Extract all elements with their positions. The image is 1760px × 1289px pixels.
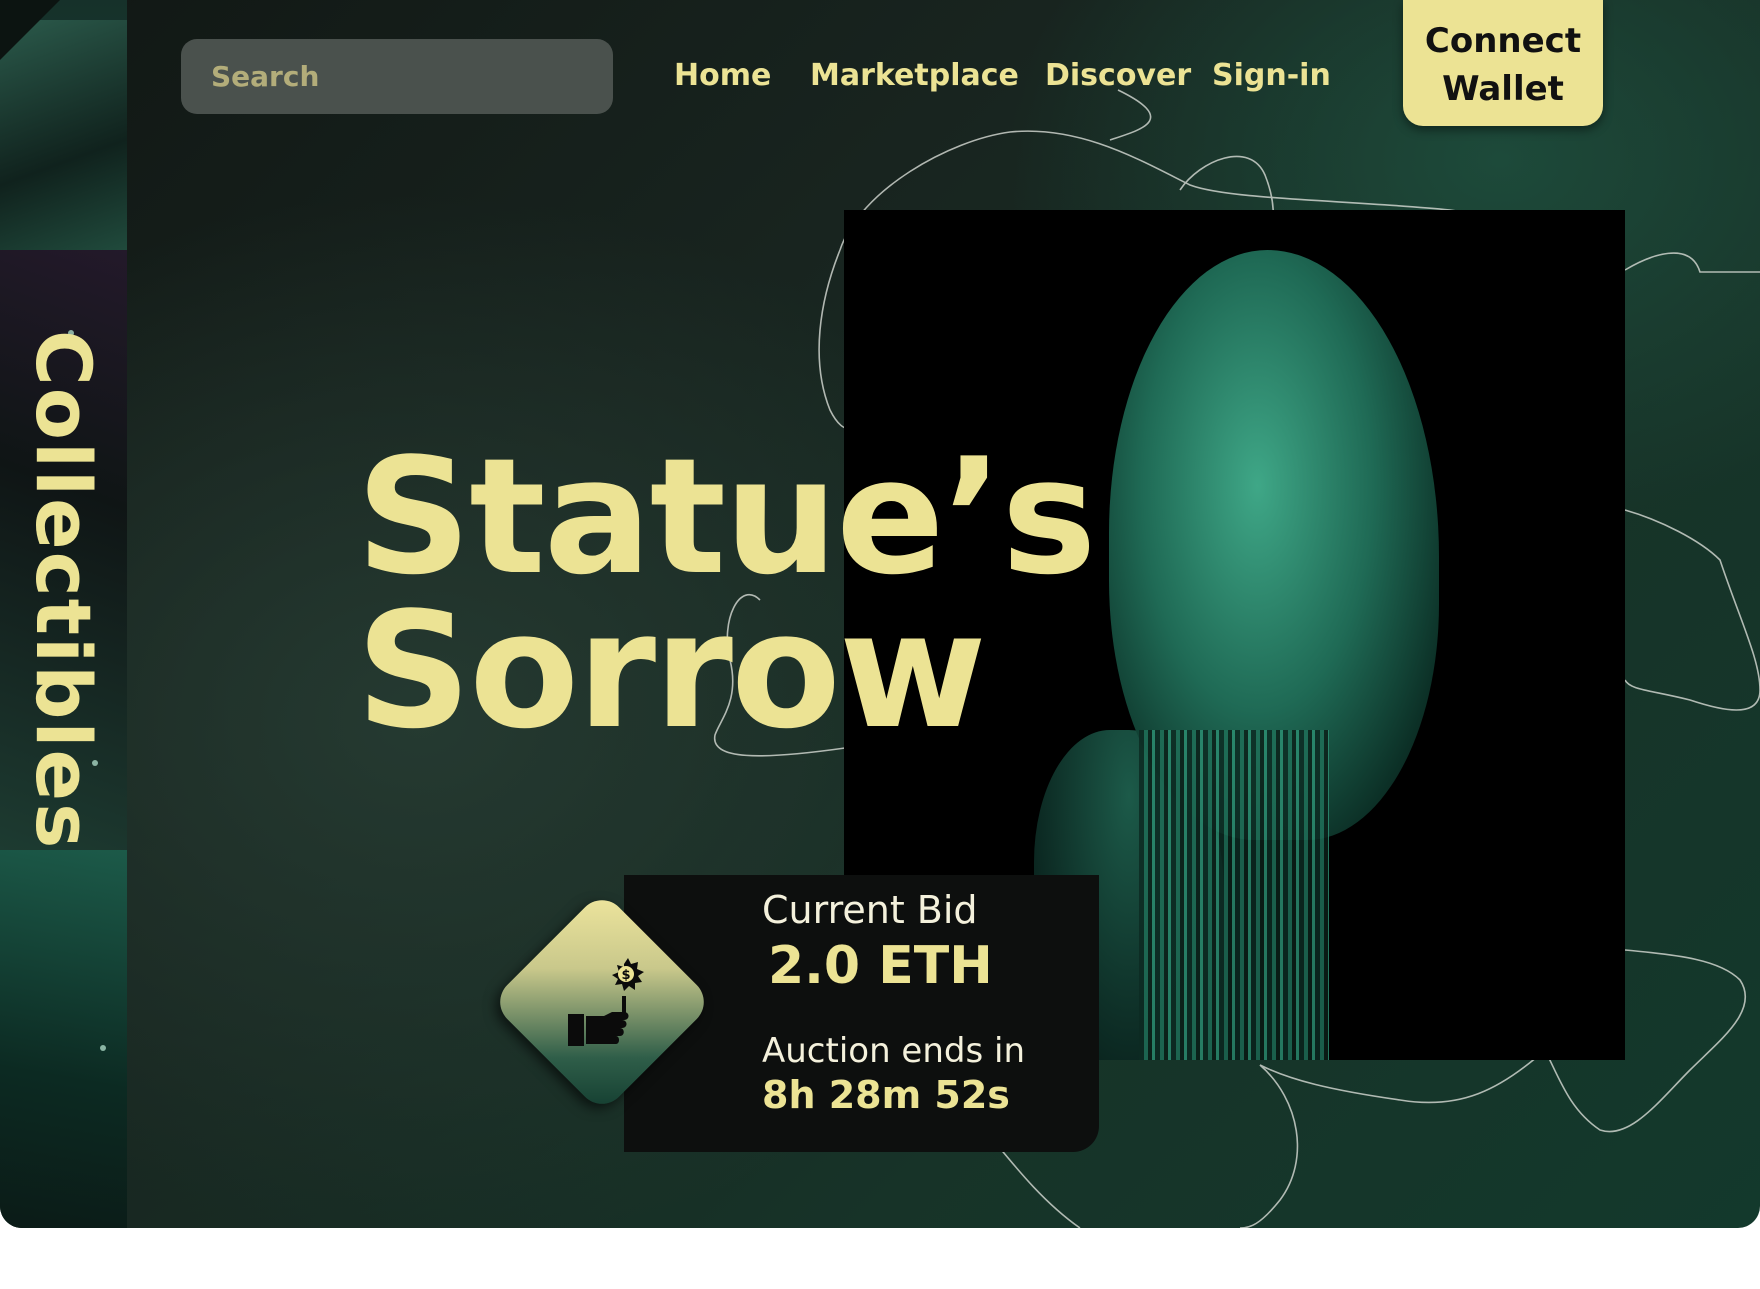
svg-text:$: $ [621, 968, 630, 983]
search-bar[interactable] [181, 39, 613, 114]
nav-home[interactable]: Home [674, 58, 771, 93]
connect-wallet-label-line1: Connect [1424, 21, 1582, 61]
current-bid-label: Current Bid [762, 888, 978, 932]
auction-countdown: 8h 28m 52s [762, 1073, 1010, 1117]
auction-ends-label: Auction ends in [762, 1031, 1026, 1071]
nav-marketplace[interactable]: Marketplace [810, 58, 1019, 93]
corner-decoration [0, 0, 60, 60]
sparkle-dot [100, 1045, 106, 1051]
collectibles-label: Collectibles [19, 330, 108, 851]
side-image-bottom [0, 850, 127, 1228]
hero-card: Collectibles Home Marketplace Discover S… [0, 0, 1760, 1228]
nav-sign-in[interactable]: Sign-in [1212, 58, 1331, 93]
connect-wallet-label-line2: Wallet [1442, 69, 1564, 109]
title-line2: Sorrow [356, 577, 987, 764]
title-line1: Statue’s [356, 423, 1097, 610]
current-bid-value: 2.0 ETH [768, 936, 993, 996]
side-banner: Collectibles [0, 0, 127, 1228]
search-input[interactable] [209, 59, 593, 94]
connect-wallet-button[interactable]: Connect Wallet [1403, 0, 1603, 126]
hand-money-icon: $ [568, 958, 644, 1046]
nav-discover[interactable]: Discover [1045, 58, 1191, 93]
artwork-title: Statue’s Sorrow [356, 423, 1097, 764]
glitch-drip [1139, 730, 1329, 1060]
